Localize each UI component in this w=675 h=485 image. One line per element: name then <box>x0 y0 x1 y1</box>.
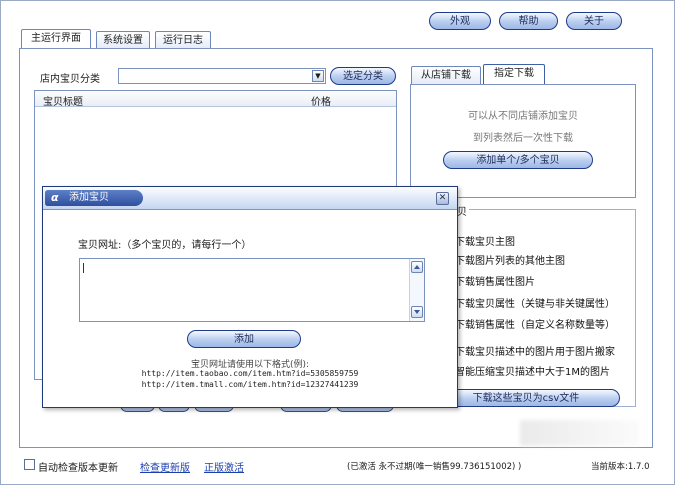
list-header <box>35 91 396 107</box>
scroll-up-icon[interactable] <box>411 261 423 273</box>
info-line-1: 可以从不同店铺添加宝贝 <box>468 111 578 122</box>
close-icon[interactable]: ✕ <box>436 192 449 205</box>
option-download-sales-attributes[interactable]: 下载销售属性（自定义名称数量等） <box>455 316 615 331</box>
auto-check-label[interactable]: 自动检查版本更新 <box>38 459 118 474</box>
option-download-sales-attribute-images[interactable]: 下载销售属性图片 <box>455 273 535 288</box>
option-download-description-images[interactable]: 下载宝贝描述中的图片用于图片搬家 <box>455 343 615 358</box>
example-url-taobao: http://item.taobao.com/item.htm?id=53058… <box>141 369 359 378</box>
text-caret <box>83 263 84 273</box>
select-category-button[interactable]: 选定分类 <box>330 67 396 85</box>
version-text: 当前版本:1.7.0 <box>591 462 650 472</box>
dialog-title: 添加宝贝 <box>69 192 109 203</box>
url-label: 宝贝网址:（多个宝贝的，请每行一个） <box>78 240 252 251</box>
auto-check-checkbox[interactable] <box>24 459 35 470</box>
add-items-button[interactable]: 添加单个/多个宝贝 <box>443 151 593 169</box>
column-price-header[interactable]: 价格 <box>311 93 331 108</box>
category-label: 店内宝贝分类 <box>40 74 100 85</box>
url-textarea[interactable] <box>79 258 425 322</box>
option-download-other-main-images[interactable]: 下载图片列表的其他主图 <box>455 252 565 267</box>
activate-link[interactable]: 正版激活 <box>204 459 244 474</box>
activation-status: (已激活 永不过期(唯一销售99.736151002) ) <box>347 462 522 472</box>
chevron-down-icon[interactable]: ▼ <box>312 70 324 82</box>
dialog-title-badge: α 添加宝贝 <box>45 190 143 206</box>
tab-log[interactable]: 运行日志 <box>155 31 211 49</box>
add-item-dialog: α 添加宝贝 ✕ 宝贝网址:（多个宝贝的，请每行一个） 添加 宝贝网址请使用以下… <box>42 186 458 408</box>
app-logo-icon: α <box>51 191 59 204</box>
info-line-2: 到列表然后一次性下载 <box>473 133 573 144</box>
tab-specified-download[interactable]: 指定下载 <box>483 64 545 84</box>
skin-button[interactable]: 外观 <box>429 12 491 30</box>
tab-main[interactable]: 主运行界面 <box>21 29 91 49</box>
textarea-scrollbar[interactable] <box>409 259 424 321</box>
scroll-down-icon[interactable] <box>411 306 423 318</box>
blurred-region <box>520 420 640 446</box>
example-url-tmall: http://item.tmall.com/item.htm?id=123274… <box>141 380 359 389</box>
category-select[interactable]: ▼ <box>118 68 326 84</box>
tab-settings[interactable]: 系统设置 <box>96 31 150 49</box>
download-csv-button[interactable]: 下载这些宝贝为csv文件 <box>432 389 620 407</box>
help-button[interactable]: 帮助 <box>499 12 558 30</box>
check-update-link[interactable]: 检查更新版 <box>140 459 190 474</box>
tab-download-from-shop[interactable]: 从店铺下载 <box>411 66 481 84</box>
option-compress-description-images[interactable]: 智能压缩宝贝描述中大于1M的图片 <box>455 363 610 378</box>
option-download-main-image[interactable]: 下载宝贝主图 <box>455 233 515 248</box>
option-download-item-attributes[interactable]: 下载宝贝属性（关键与非关键属性） <box>455 295 615 310</box>
add-button[interactable]: 添加 <box>187 330 301 348</box>
about-button[interactable]: 关于 <box>566 12 622 30</box>
column-title-header[interactable]: 宝贝标题 <box>43 93 83 108</box>
